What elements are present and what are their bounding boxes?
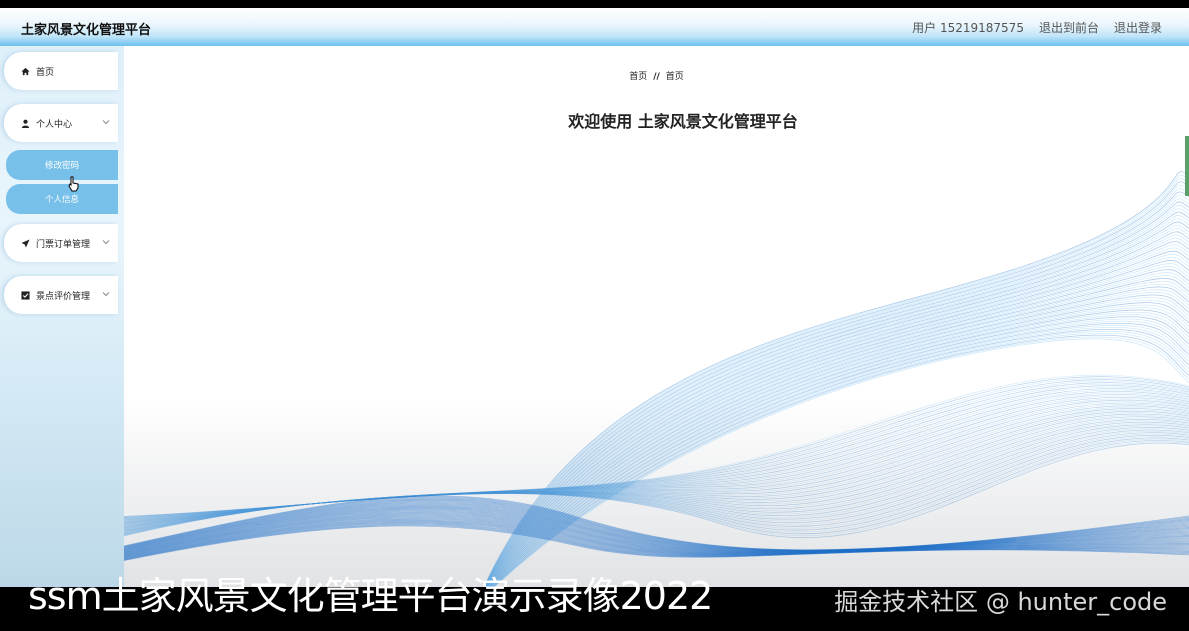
sidebar: 首页 个人中心 修改密码 个人信息 门票订单管理 景点评价管理 [0, 46, 124, 587]
logout-link[interactable]: 退出登录 [1114, 19, 1162, 36]
breadcrumb: 首页 // 首页 [124, 69, 1189, 82]
main-content: 首页 // 首页 欢迎使用 土家风景文化管理平台 [124, 46, 1189, 587]
sidebar-item-label: 门票订单管理 [36, 239, 91, 250]
sidebar-item-label: 个人中心 [36, 119, 73, 130]
back-to-front-link[interactable]: 退出到前台 [1039, 19, 1099, 36]
sidebar-subitem-label: 修改密码 [44, 161, 79, 171]
chevron-down-icon [102, 290, 110, 298]
edge-tab [1185, 136, 1189, 196]
send-icon [20, 238, 30, 248]
sidebar-subitem-label: 个人信息 [44, 195, 79, 205]
breadcrumb-home[interactable]: 首页 [629, 72, 647, 82]
checkbox-icon [20, 290, 30, 300]
sidebar-item-ticket-orders[interactable]: 门票订单管理 [4, 224, 118, 262]
sidebar-item-home[interactable]: 首页 [4, 52, 118, 90]
mouse-cursor-icon [68, 176, 79, 192]
app-title: 土家风景文化管理平台 [21, 23, 152, 38]
sidebar-item-personal-center[interactable]: 个人中心 [4, 104, 118, 142]
app-window: 土家风景文化管理平台 用户 15219187575 退出到前台 退出登录 首页 … [0, 8, 1189, 587]
sidebar-item-label: 首页 [36, 67, 55, 78]
user-icon [20, 118, 30, 128]
sidebar-item-scenic-reviews[interactable]: 景点评价管理 [4, 276, 118, 314]
top-bar: 土家风景文化管理平台 用户 15219187575 退出到前台 退出登录 [0, 8, 1189, 46]
wave-line [124, 389, 1189, 533]
user-label: 用户 15219187575 [912, 21, 1024, 35]
top-right-menu: 用户 15219187575 退出到前台 退出登录 [912, 19, 1162, 36]
welcome-title: 欢迎使用 土家风景文化管理平台 [568, 112, 798, 131]
chevron-down-icon [102, 118, 110, 126]
video-caption: ssm土家风景文化管理平台演示录像2022 [28, 574, 713, 618]
sidebar-subitem-personal-info[interactable]: 个人信息 [6, 184, 118, 214]
breadcrumb-separator: // [653, 72, 660, 82]
sidebar-item-label: 景点评价管理 [36, 291, 91, 302]
home-icon [20, 66, 30, 76]
watermark: 掘金技术社区 @ hunter_code [834, 588, 1167, 616]
breadcrumb-current: 首页 [665, 72, 684, 82]
chevron-down-icon [102, 238, 110, 246]
sidebar-subitem-change-password[interactable]: 修改密码 [6, 150, 118, 180]
